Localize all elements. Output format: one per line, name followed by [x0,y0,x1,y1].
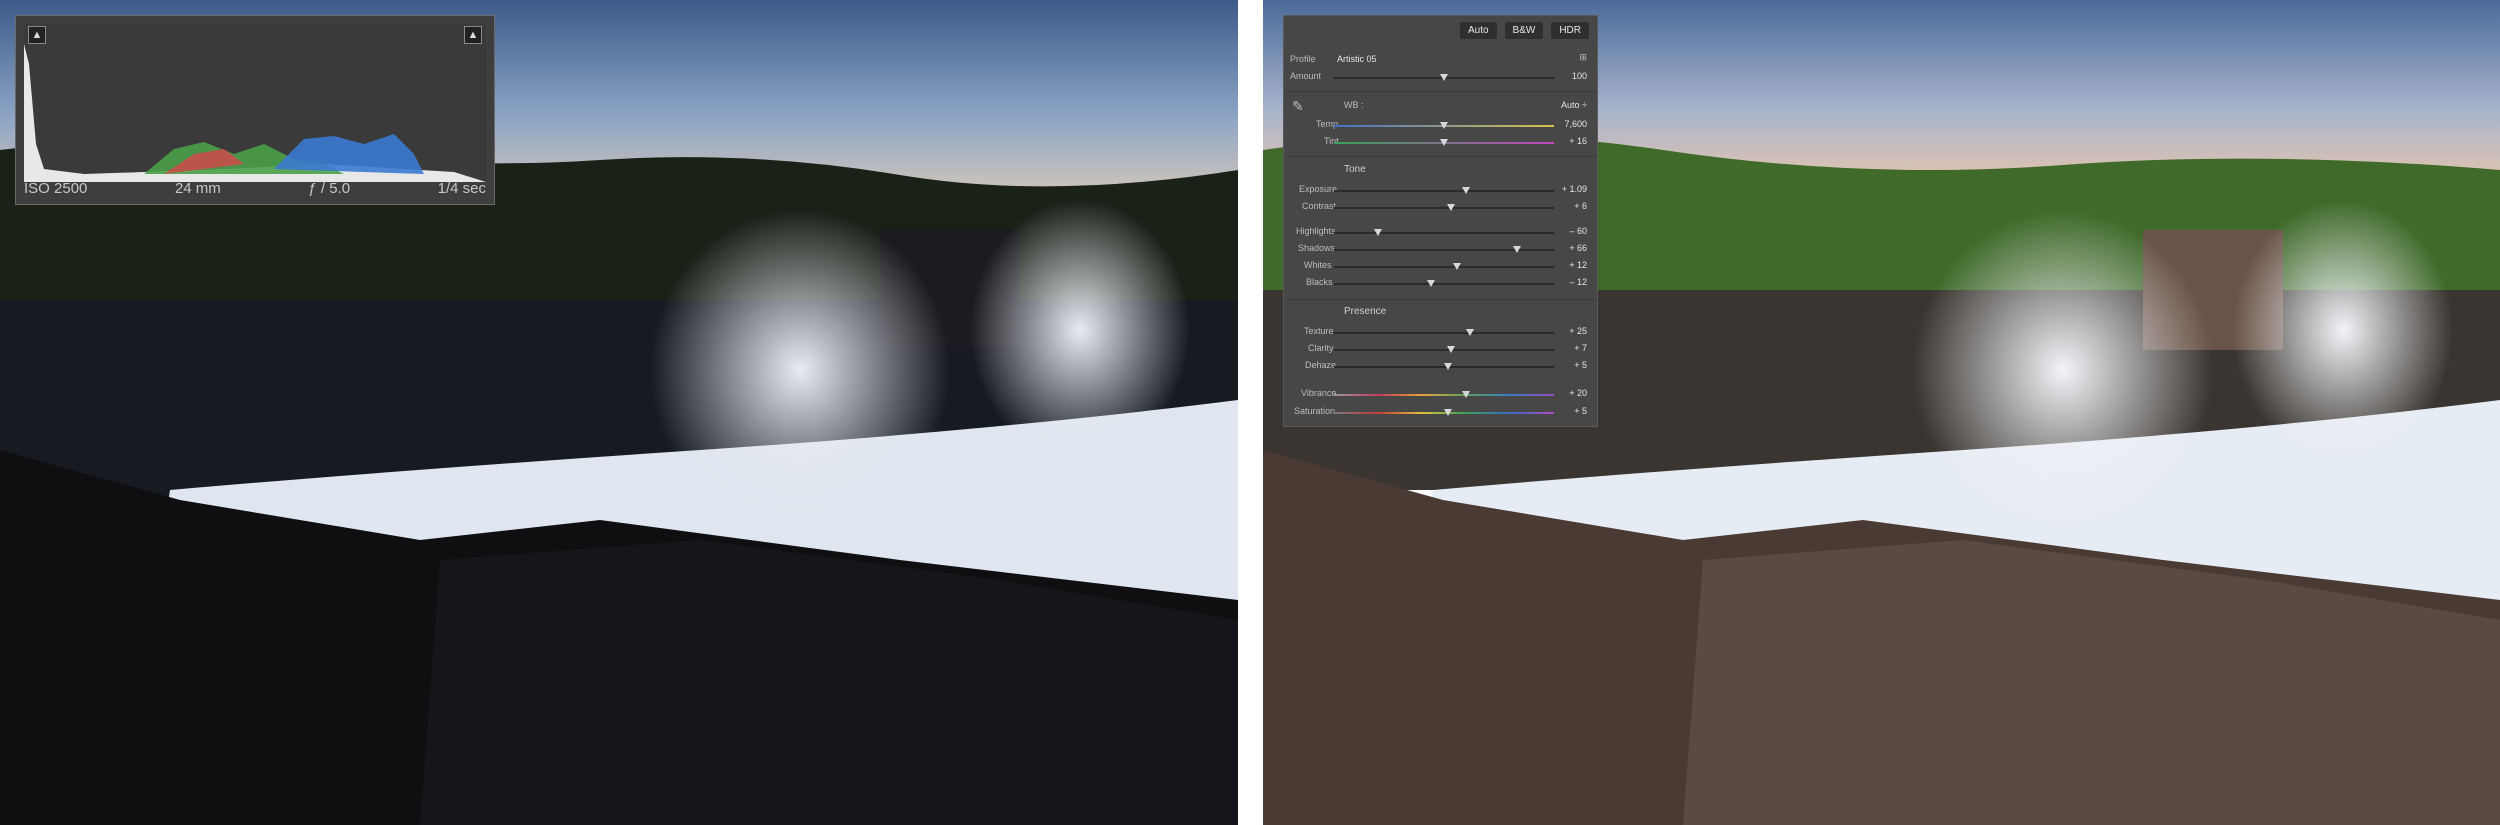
develop-basic-panel: Auto B&W HDR Profile Artistic 05 ⊞ Amoun… [1283,15,1598,427]
divider [1284,299,1597,300]
profile-browser-icon[interactable]: ⊞ [1579,52,1587,63]
texture-value: + 25 [1569,326,1587,336]
saturation-value: + 5 [1574,406,1587,416]
aperture-value: ƒ / 5.0 [308,179,351,197]
blacks-slider[interactable] [1334,283,1554,285]
tint-label: Tint [1324,136,1339,146]
shadows-slider[interactable] [1334,249,1554,251]
amount-value: 100 [1571,71,1587,81]
wb-dropdown[interactable]: Auto ÷ [1561,100,1587,110]
vibrance-slider-thumb[interactable] [1462,391,1470,398]
blacks-label: Blacks [1306,277,1333,287]
divider [1284,91,1597,92]
whites-label: Whites [1304,260,1332,270]
blacks-value: – 12 [1569,277,1587,287]
vibrance-label: Vibrance [1301,388,1337,398]
focal-length-value: 24 mm [174,179,221,197]
whites-value: + 12 [1569,260,1587,270]
highlights-slider[interactable] [1334,232,1554,234]
shadows-slider-thumb[interactable] [1512,246,1521,253]
eyedropper-icon[interactable]: ✎ [1292,98,1304,115]
wb-label: WB : [1344,100,1364,110]
exposure-slider-thumb[interactable] [1462,187,1470,194]
histogram-camera-info: ISO 2500 24 mm ƒ / 5.0 1/4 sec [24,178,486,198]
whites-slider-thumb[interactable] [1453,263,1462,270]
contrast-slider[interactable] [1334,207,1554,209]
shadows-value: + 66 [1569,243,1587,253]
blacks-slider-thumb[interactable] [1426,280,1435,287]
tone-section-title: Tone [1344,164,1366,175]
highlights-slider-thumb[interactable] [1374,229,1382,236]
vibrance-value: + 20 [1569,388,1587,398]
contrast-value: + 6 [1574,201,1587,211]
shutter-value: 1/4 sec [437,179,486,197]
amount-label: Amount [1290,71,1322,81]
bw-button[interactable]: B&W [1504,22,1544,39]
tint-value: + 16 [1569,136,1587,146]
texture-label: Texture [1304,326,1334,336]
hdr-button[interactable]: HDR [1551,22,1589,39]
profile-label: Profile [1290,54,1316,64]
texture-slider-thumb[interactable] [1466,329,1475,336]
texture-slider[interactable] [1334,332,1554,334]
dehaze-label: Dehaze [1305,360,1337,370]
iso-value: ISO 2500 [24,179,88,197]
auto-button[interactable]: Auto [1459,22,1497,39]
saturation-slider-thumb[interactable] [1444,409,1453,416]
highlights-value: – 60 [1569,226,1587,236]
whites-slider[interactable] [1334,266,1554,268]
profile-dropdown[interactable]: Artistic 05 [1337,54,1377,64]
contrast-label: Contrast [1302,201,1337,211]
saturation-label: Saturation [1294,406,1336,416]
clarity-label: Clarity [1308,343,1334,353]
dehaze-slider-thumb[interactable] [1444,363,1453,370]
histogram-graph [24,24,486,182]
highlight-clipping-toggle[interactable]: ▲ [464,26,482,44]
triangle-warning-icon: ▲ [31,29,43,41]
temp-label: Temp [1316,119,1339,129]
exposure-slider[interactable] [1334,190,1554,192]
exposure-label: Exposure [1299,184,1338,194]
clarity-slider[interactable] [1334,349,1554,351]
highlights-label: Highlights [1296,226,1336,236]
triangle-warning-icon: ▲ [467,29,479,41]
clarity-slider-thumb[interactable] [1446,346,1455,353]
exposure-value: + 1.09 [1561,184,1587,194]
amount-slider-thumb[interactable] [1440,74,1448,81]
histogram-panel: ▲ ▲ ISO 2500 24 mm ƒ / 5.0 1/4 sec [15,15,495,205]
divider [1284,156,1597,157]
presence-section-title: Presence [1344,306,1387,317]
clarity-value: + 7 [1574,343,1587,353]
temp-value: 7,600 [1564,119,1587,129]
vibrance-slider[interactable] [1334,394,1554,396]
tint-slider-thumb[interactable] [1440,139,1448,146]
dehaze-value: + 5 [1574,360,1587,370]
contrast-slider-thumb[interactable] [1446,204,1455,211]
shadows-label: Shadows [1298,243,1336,253]
temp-slider-thumb[interactable] [1440,122,1448,129]
shadow-clipping-toggle[interactable]: ▲ [28,26,46,44]
